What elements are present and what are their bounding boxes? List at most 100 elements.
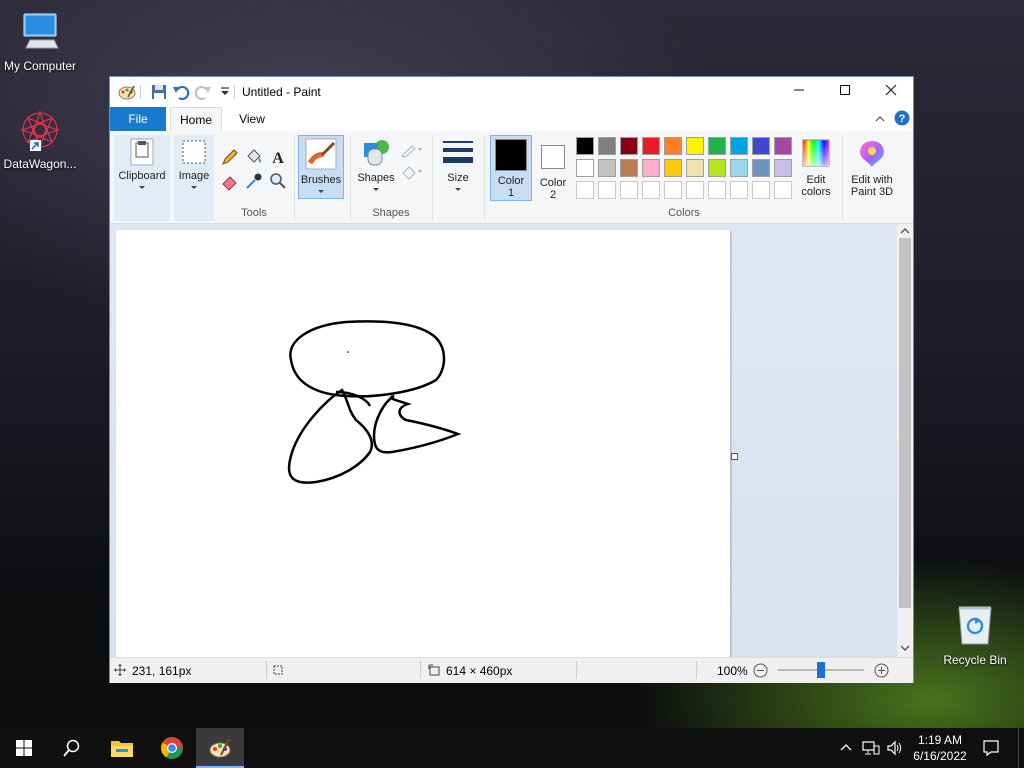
palette-swatch[interactable]	[664, 181, 682, 199]
redo-icon[interactable]	[194, 83, 212, 101]
clock-date[interactable]: 6/16/2022	[908, 749, 972, 763]
palette-swatch[interactable]	[664, 159, 682, 177]
start-button[interactable]	[0, 728, 48, 768]
palette-swatch[interactable]	[774, 181, 792, 199]
palette-swatch[interactable]	[752, 159, 770, 177]
palette-swatch[interactable]	[774, 159, 792, 177]
save-icon[interactable]	[150, 83, 168, 101]
scroll-up-icon[interactable]	[900, 226, 910, 236]
image-button[interactable]: Image	[174, 137, 214, 194]
maximize-button[interactable]	[822, 77, 868, 107]
action-center-icon[interactable]	[982, 739, 1000, 757]
eraser-icon[interactable]	[220, 171, 240, 191]
palette-swatch[interactable]	[752, 137, 770, 155]
palette-swatch[interactable]	[598, 159, 616, 177]
minimize-button[interactable]	[776, 77, 822, 107]
edit-with-paint3d-button[interactable]: Edit with Paint 3D	[844, 139, 900, 198]
search-button[interactable]	[48, 728, 96, 768]
close-button[interactable]	[868, 77, 914, 107]
image-label: Image	[178, 170, 210, 182]
color-spectrum-icon	[802, 139, 830, 167]
color2-button[interactable]: Color 2	[534, 141, 572, 201]
scroll-down-icon[interactable]	[900, 643, 910, 653]
color2-label-number: 2	[549, 189, 557, 201]
zoom-level: 100%	[717, 664, 748, 678]
canvas-resize-handle[interactable]	[731, 453, 738, 460]
undo-icon[interactable]	[172, 83, 190, 101]
edit-colors-button[interactable]: Edit colors	[794, 139, 838, 198]
taskbar-file-explorer[interactable]	[98, 728, 146, 768]
palette-swatch[interactable]	[642, 159, 660, 177]
clipboard-button[interactable]: Clipboard	[114, 137, 170, 194]
collapse-ribbon-icon[interactable]	[874, 113, 886, 125]
help-icon[interactable]: ?	[894, 110, 910, 126]
edit-colors-label-2: colors	[801, 186, 831, 198]
color-picker-icon[interactable]	[244, 171, 264, 191]
palette-swatch[interactable]	[620, 159, 638, 177]
desktop-icon-datawagon[interactable]: DataWagon...	[0, 108, 80, 171]
fill-bucket-icon[interactable]	[244, 147, 264, 167]
size-button[interactable]: Size	[436, 139, 480, 196]
palette-swatch[interactable]	[752, 181, 770, 199]
color2-label: Color	[539, 177, 567, 189]
shapes-icon	[364, 140, 389, 166]
outline-icon[interactable]	[400, 141, 426, 159]
colors-group-label: Colors	[668, 207, 700, 219]
chevron-down-icon	[139, 186, 145, 189]
text-tool-icon[interactable]: A	[268, 147, 288, 167]
palette-swatch[interactable]	[708, 137, 726, 155]
vertical-scrollbar[interactable]	[897, 224, 913, 657]
palette-swatch[interactable]	[576, 159, 594, 177]
show-desktop-button[interactable]	[1018, 728, 1024, 768]
palette-swatch[interactable]	[598, 137, 616, 155]
palette-swatch[interactable]	[620, 181, 638, 199]
taskbar-paint[interactable]	[196, 728, 244, 768]
zoom-in-icon[interactable]	[874, 663, 889, 678]
desktop-icon-my-computer[interactable]: My Computer	[0, 10, 80, 73]
palette-swatch[interactable]	[774, 137, 792, 155]
shape-fill-icon[interactable]	[400, 163, 426, 181]
tab-file[interactable]: File	[110, 107, 166, 131]
desktop-icon-label: My Computer	[3, 59, 77, 73]
palette-swatch[interactable]	[708, 159, 726, 177]
palette-swatch[interactable]	[730, 137, 748, 155]
shapes-button[interactable]: Shapes	[354, 137, 398, 196]
palette-swatch[interactable]	[664, 137, 682, 155]
palette-swatch[interactable]	[686, 181, 704, 199]
desktop-icon-recycle-bin[interactable]: Recycle Bin	[935, 602, 1015, 667]
palette-swatch[interactable]	[620, 137, 638, 155]
paint-window: Untitled - Paint File Home View ? Clipbo…	[109, 76, 914, 683]
tab-view[interactable]: View	[228, 107, 276, 131]
magnifier-icon[interactable]	[268, 171, 288, 191]
palette-swatch[interactable]	[642, 137, 660, 155]
tab-home[interactable]: Home	[170, 107, 222, 132]
recycle-bin-icon	[958, 606, 992, 645]
show-hidden-icons-chevron-up-icon[interactable]	[840, 742, 852, 754]
palette-swatch[interactable]	[642, 181, 660, 199]
drawing-canvas[interactable]	[116, 230, 730, 658]
select-icon	[182, 140, 206, 164]
tools-group-label: Tools	[241, 207, 267, 219]
network-icon[interactable]	[862, 740, 880, 756]
minimize-icon	[794, 89, 804, 91]
clock-time[interactable]: 1:19 AM	[912, 733, 968, 747]
palette-swatch[interactable]	[598, 181, 616, 199]
volume-icon[interactable]	[886, 740, 904, 756]
palette-swatch[interactable]	[730, 159, 748, 177]
pencil-icon[interactable]	[220, 147, 240, 167]
zoom-out-icon[interactable]	[753, 663, 768, 678]
paint-app-icon	[118, 85, 136, 100]
palette-swatch[interactable]	[686, 137, 704, 155]
zoom-slider-thumb[interactable]	[817, 662, 825, 678]
edit-colors-label: Edit	[806, 174, 826, 186]
shapes-group-label: Shapes	[372, 207, 410, 219]
palette-swatch[interactable]	[686, 159, 704, 177]
customize-quick-access-icon[interactable]	[216, 83, 234, 101]
palette-swatch[interactable]	[730, 181, 748, 199]
palette-swatch[interactable]	[576, 181, 594, 199]
palette-swatch[interactable]	[708, 181, 726, 199]
taskbar-chrome[interactable]	[148, 728, 196, 768]
image-size-icon	[428, 664, 440, 676]
scrollbar-thumb[interactable]	[899, 238, 911, 608]
palette-swatch[interactable]	[576, 137, 594, 155]
